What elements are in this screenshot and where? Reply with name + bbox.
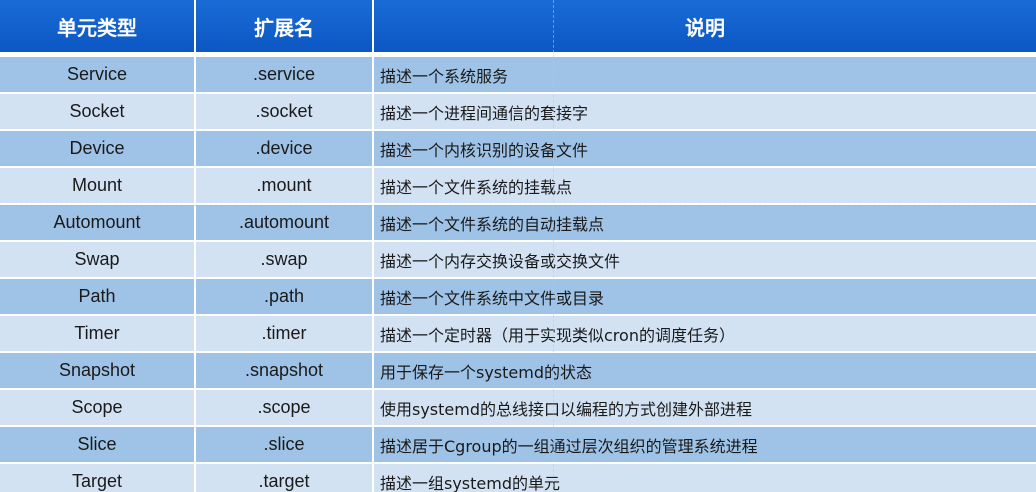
extension-cell: .mount — [195, 167, 374, 205]
table-row: Device .device 描述一个内核识别的设备文件 — [0, 130, 1036, 168]
header-unit-type: 单元类型 — [0, 0, 196, 52]
extension-cell: .snapshot — [195, 352, 374, 390]
unit-type-cell: Path — [0, 278, 196, 316]
extension-cell: .service — [195, 56, 374, 94]
table-row: Swap .swap 描述一个内存交换设备或交换文件 — [0, 241, 1036, 279]
header-extension: 扩展名 — [195, 0, 374, 52]
table-row: Scope .scope 使用systemd的总线接口以编程的方式创建外部进程 — [0, 389, 1036, 427]
unit-type-cell: Scope — [0, 389, 196, 427]
description-cell: 使用systemd的总线接口以编程的方式创建外部进程 — [373, 389, 1036, 427]
extension-cell: .timer — [195, 315, 374, 353]
table-row: Timer .timer 描述一个定时器（用于实现类似cron的调度任务） — [0, 315, 1036, 353]
unit-types-table: 单元类型 扩展名 说明 Service .service 描述一个系统服务 So… — [0, 0, 1036, 492]
description-cell: 描述一个文件系统的自动挂载点 — [373, 204, 1036, 242]
header-description: 说明 — [373, 0, 1036, 52]
description-cell: 描述居于Cgroup的一组通过层次组织的管理系统进程 — [373, 426, 1036, 464]
table-row: Mount .mount 描述一个文件系统的挂载点 — [0, 167, 1036, 205]
description-cell: 描述一组systemd的单元 — [373, 463, 1036, 492]
unit-type-cell: Service — [0, 56, 196, 94]
unit-type-cell: Device — [0, 130, 196, 168]
description-cell: 描述一个定时器（用于实现类似cron的调度任务） — [373, 315, 1036, 353]
vertical-guide-line — [553, 0, 554, 492]
extension-cell: .scope — [195, 389, 374, 427]
table-row: Automount .automount 描述一个文件系统的自动挂载点 — [0, 204, 1036, 242]
table-body: Service .service 描述一个系统服务 Socket .socket… — [0, 52, 1036, 492]
systemd-unit-table-view: 单元类型 扩展名 说明 Service .service 描述一个系统服务 So… — [0, 0, 1036, 492]
table-header: 单元类型 扩展名 说明 — [0, 0, 1036, 52]
description-cell: 描述一个系统服务 — [373, 56, 1036, 94]
unit-type-cell: Timer — [0, 315, 196, 353]
extension-cell: .automount — [195, 204, 374, 242]
table-row: Service .service 描述一个系统服务 — [0, 56, 1036, 94]
horizontal-guide-line — [0, 205, 1036, 206]
table-row: Snapshot .snapshot 用于保存一个systemd的状态 — [0, 352, 1036, 390]
description-cell: 描述一个文件系统中文件或目录 — [373, 278, 1036, 316]
description-cell: 描述一个进程间通信的套接字 — [373, 93, 1036, 131]
table-row: Socket .socket 描述一个进程间通信的套接字 — [0, 93, 1036, 131]
extension-cell: .swap — [195, 241, 374, 279]
description-cell: 描述一个内核识别的设备文件 — [373, 130, 1036, 168]
description-cell: 描述一个文件系统的挂载点 — [373, 167, 1036, 205]
unit-type-cell: Swap — [0, 241, 196, 279]
unit-type-cell: Target — [0, 463, 196, 492]
description-cell: 用于保存一个systemd的状态 — [373, 352, 1036, 390]
unit-type-cell: Slice — [0, 426, 196, 464]
unit-type-cell: Socket — [0, 93, 196, 131]
table-row: Target .target 描述一组systemd的单元 — [0, 463, 1036, 492]
unit-type-cell: Snapshot — [0, 352, 196, 390]
extension-cell: .path — [195, 278, 374, 316]
unit-type-cell: Mount — [0, 167, 196, 205]
header-row: 单元类型 扩展名 说明 — [0, 0, 1036, 52]
table-row: Path .path 描述一个文件系统中文件或目录 — [0, 278, 1036, 316]
extension-cell: .slice — [195, 426, 374, 464]
table-row: Slice .slice 描述居于Cgroup的一组通过层次组织的管理系统进程 — [0, 426, 1036, 464]
description-cell: 描述一个内存交换设备或交换文件 — [373, 241, 1036, 279]
unit-type-cell: Automount — [0, 204, 196, 242]
extension-cell: .device — [195, 130, 374, 168]
extension-cell: .socket — [195, 93, 374, 131]
extension-cell: .target — [195, 463, 374, 492]
